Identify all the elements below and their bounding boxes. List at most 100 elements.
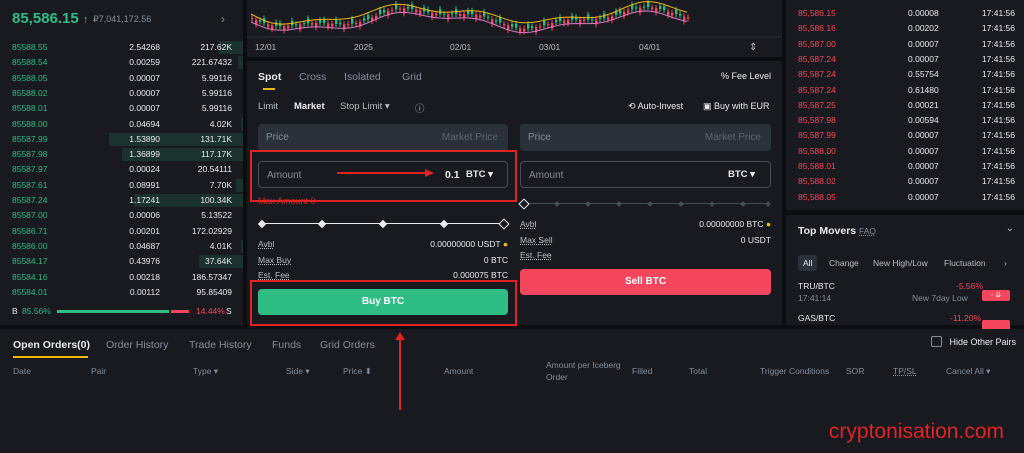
order-book-row[interactable]: 85584.16 0.00218 186.57347 xyxy=(0,270,243,285)
tab-trade-history[interactable]: Trade History xyxy=(189,339,252,351)
order-book-row[interactable]: 85587.97 0.00024 20.54111 xyxy=(0,162,243,177)
tab-cross[interactable]: Cross xyxy=(299,71,326,83)
order-book-row[interactable]: 85588.54 0.00259 221.67432 xyxy=(0,55,243,70)
order-book-row[interactable]: 85588.00 0.04694 4.02K xyxy=(0,117,243,132)
order-book-row[interactable]: 85588.55 2.54268 217.62K xyxy=(0,40,243,55)
order-type-stop-limit[interactable]: Stop Limit ▾ xyxy=(340,101,390,112)
candle-body xyxy=(515,23,518,28)
bid-amount: 2.54268 xyxy=(129,42,160,52)
fee-level-link[interactable]: % Fee Level xyxy=(721,71,771,81)
slider-step[interactable] xyxy=(317,219,327,229)
chevron-right-icon[interactable]: › xyxy=(221,12,225,26)
buy-with-eur-link[interactable]: ▣ Buy with EUR xyxy=(703,101,770,112)
add-funds-icon[interactable]: ● xyxy=(766,219,771,229)
trade-price: 85,588.02 xyxy=(798,176,836,187)
trade-row: 85,586.15 0.00008 17:41:56 xyxy=(786,6,1024,21)
candle-body xyxy=(391,9,394,11)
slider-step[interactable] xyxy=(378,219,388,229)
tab-grid-orders[interactable]: Grid Orders xyxy=(320,339,375,351)
faq-link[interactable]: FAQ xyxy=(859,226,876,236)
est-fee-label: Est. Fee xyxy=(258,270,290,280)
max-sell-value: 0 USDT xyxy=(740,235,771,245)
slider-thumb[interactable] xyxy=(498,218,510,230)
tab-spot[interactable]: Spot xyxy=(258,71,281,83)
order-book-row[interactable]: 85587.98 1.36899 117.17K xyxy=(0,147,243,162)
movers-tab-fluctuation[interactable]: Fluctuation xyxy=(944,258,986,268)
order-book-row[interactable]: 85584.17 0.43976 37.64K xyxy=(0,254,243,269)
buy-price-field[interactable]: Price Market Price xyxy=(258,124,508,151)
hide-other-pairs-label[interactable]: Hide Other Pairs xyxy=(949,337,1016,347)
x-tick: 02/01 xyxy=(450,42,472,52)
order-book-row[interactable]: 85587.61 0.08991 7.70K xyxy=(0,178,243,193)
tab-isolated[interactable]: Isolated xyxy=(344,71,381,83)
info-icon[interactable]: ⓘ xyxy=(415,101,425,115)
up-arrow-icon: ↑ xyxy=(82,14,89,26)
buy-slider[interactable] xyxy=(257,218,510,230)
expand-icon[interactable]: ⇕ xyxy=(749,42,757,53)
order-book-row[interactable]: 85586.00 0.04687 4.01K xyxy=(0,239,243,254)
candle-body xyxy=(311,23,314,25)
add-funds-icon[interactable]: ● xyxy=(503,239,508,249)
slider-step[interactable] xyxy=(765,201,771,207)
mover-item[interactable]: GAS/BTC -11.20% xyxy=(798,313,1016,331)
order-book-row[interactable]: 85587.00 0.00006 5.13522 xyxy=(0,208,243,223)
candle-body xyxy=(663,6,666,11)
buy-max-row: Max Buy 0 BTC xyxy=(258,255,508,267)
bid-amount: 0.00007 xyxy=(129,72,160,83)
sell-button[interactable]: Sell BTC xyxy=(520,269,771,295)
order-book-row[interactable]: 85586.71 0.00201 172.02929 xyxy=(0,224,243,239)
col-amount: Amount xyxy=(444,366,474,376)
candle-body xyxy=(543,20,546,26)
movers-tab-change[interactable]: Change xyxy=(829,258,859,268)
movers-tab-all[interactable]: All xyxy=(798,255,818,271)
col-side[interactable]: Side ▾ xyxy=(286,366,310,377)
candle-body xyxy=(271,25,274,30)
tab-grid[interactable]: Grid xyxy=(402,71,422,83)
col-type[interactable]: Type ▾ xyxy=(193,366,218,377)
tab-order-history[interactable]: Order History xyxy=(106,339,168,351)
order-type-market[interactable]: Market xyxy=(294,101,325,112)
sell-amount-unit-select[interactable]: BTC ▾ xyxy=(728,169,755,180)
order-type-limit[interactable]: Limit xyxy=(258,101,278,112)
bid-price: 85587.00 xyxy=(12,210,48,221)
mover-pair: GAS/BTC xyxy=(798,313,836,323)
candle-body xyxy=(259,20,262,22)
order-book-row[interactable]: 85588.02 0.00007 5.99116 xyxy=(0,86,243,101)
cancel-all-button[interactable]: Cancel All ▾ xyxy=(946,366,990,377)
sell-price-field[interactable]: Price Market Price xyxy=(520,124,771,151)
candle-body xyxy=(607,17,610,20)
slider-thumb[interactable] xyxy=(518,198,530,210)
collapse-icon[interactable]: ⌄ xyxy=(1006,223,1014,234)
sell-slider[interactable] xyxy=(518,198,771,210)
order-book-row[interactable]: 85587.24 1.17241 100.34K xyxy=(0,193,243,208)
trade-time: 17:41:56 xyxy=(981,191,1015,202)
trade-row: 85,586.16 0.00202 17:41:56 xyxy=(786,21,1024,36)
order-book-row[interactable]: 85588.01 0.00007 5.99116 xyxy=(0,101,243,116)
trade-row: 85,587.24 0.55754 17:41:56 xyxy=(786,67,1024,82)
bid-total: 37.64K xyxy=(205,256,232,267)
order-book-row[interactable]: 85588.05 0.00007 5.99116 xyxy=(0,71,243,86)
hide-other-pairs-checkbox[interactable] xyxy=(931,336,942,347)
movers-tab-next[interactable]: › xyxy=(1004,258,1007,268)
price-chart[interactable]: 12/01 2025 02/01 03/01 04/01 ⇕ xyxy=(247,0,782,57)
trade-time: 17:41:56 xyxy=(981,99,1015,110)
order-book-row[interactable]: 85587.99 1.53890 131.71K xyxy=(0,132,243,147)
sell-amount-field[interactable]: Amount BTC ▾ xyxy=(520,161,771,188)
tab-open-orders[interactable]: Open Orders(0) xyxy=(13,339,90,351)
trade-time: 17:41:56 xyxy=(981,161,1015,171)
slider-step[interactable] xyxy=(439,219,449,229)
slider-step[interactable] xyxy=(257,219,267,229)
auto-invest-link[interactable]: ⟲ Auto-Invest xyxy=(628,101,683,112)
movers-tab-new-high-low[interactable]: New High/Low xyxy=(873,258,928,268)
tab-funds[interactable]: Funds xyxy=(272,339,301,351)
mover-item[interactable]: TRU/BTC 17:41:14 -5.56% New 7day Low - ⇊ xyxy=(798,281,1016,307)
trade-amount: 0.00007 xyxy=(908,53,939,64)
col-price[interactable]: Price ⬍ xyxy=(343,366,372,377)
sell-label: S xyxy=(226,306,232,316)
x-tick: 2025 xyxy=(354,42,373,52)
order-book-row[interactable]: 85584.01 0.00112 95.85409 xyxy=(0,285,243,300)
candle-body xyxy=(351,18,354,24)
bid-price: 85588.54 xyxy=(12,57,48,68)
bid-total: 221.67432 xyxy=(191,57,232,68)
bid-total: 100.34K xyxy=(200,195,232,205)
